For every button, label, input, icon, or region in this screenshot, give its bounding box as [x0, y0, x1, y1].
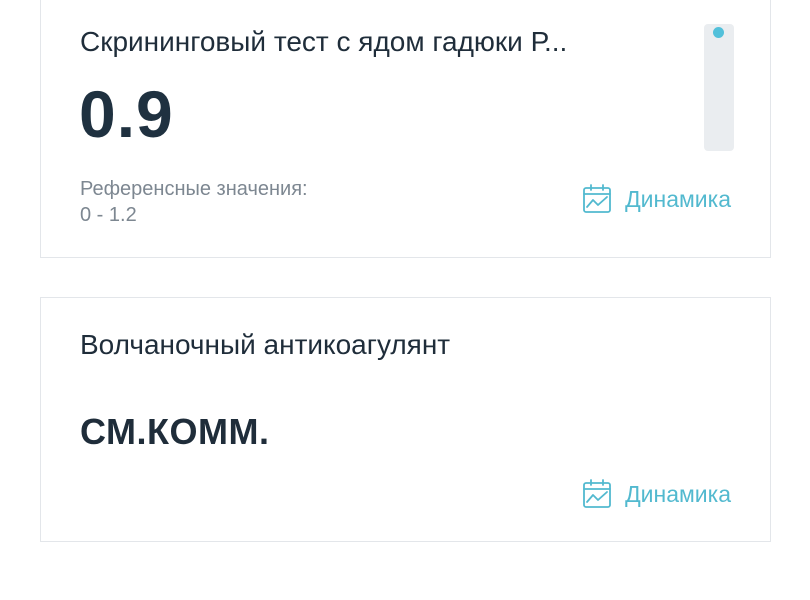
result-card-lupus-anticoagulant: Волчаночный антикоагулянт СМ.КОММ. Динам…	[40, 297, 771, 542]
reference-range: 0 - 1.2	[80, 204, 137, 226]
reference-label: Референсные значения:	[80, 178, 308, 200]
dynamics-button[interactable]: Динамика	[581, 183, 731, 215]
reference-scale-track	[704, 24, 734, 151]
dynamics-label: Динамика	[625, 185, 731, 212]
calendar-chart-icon	[583, 184, 611, 213]
result-card-screening-test: Скрининговый тест с ядом гадюки Р... 0.9…	[40, 0, 771, 258]
result-value: 0.9	[79, 77, 174, 151]
dynamics-label: Динамика	[625, 480, 731, 507]
result-title: Волчаночный антикоагулянт	[80, 329, 451, 360]
calendar-chart-icon	[583, 479, 611, 508]
reference-values: Референсные значения: 0 - 1.2	[80, 176, 308, 228]
reference-scale-marker	[713, 27, 724, 38]
result-value: СМ.КОММ.	[80, 411, 270, 452]
dynamics-button[interactable]: Динамика	[581, 478, 731, 510]
result-title: Скрининговый тест с ядом гадюки Р...	[80, 26, 568, 57]
